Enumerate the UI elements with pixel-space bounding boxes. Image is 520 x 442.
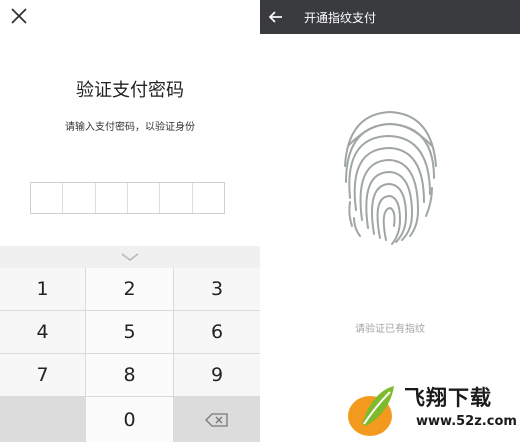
key-6[interactable]: 6 [174,311,260,354]
key-3[interactable]: 3 [174,268,260,311]
key-0[interactable]: 0 [86,397,174,442]
pin-cell [31,183,64,213]
pin-cell [128,183,161,213]
password-screen: 验证支付密码 请输入支付密码，以验证身份 1 2 3 4 5 6 7 8 9 0 [0,0,260,442]
pin-cell [96,183,128,213]
pin-cell [63,183,96,213]
top-bar-title: 开通指纹支付 [304,11,377,25]
key-2[interactable]: 2 [86,268,174,311]
key-4[interactable]: 4 [0,311,86,354]
key-7[interactable]: 7 [0,354,86,397]
arrow-left-icon[interactable] [268,9,284,25]
backspace-icon [205,412,228,427]
chevron-down-icon[interactable] [119,251,141,263]
keypad: 1 2 3 4 5 6 7 8 9 0 [0,268,260,442]
key-8[interactable]: 8 [86,354,174,397]
key-9[interactable]: 9 [174,354,260,397]
logo-icon [348,386,394,436]
pin-cell [193,183,224,213]
delete-key[interactable] [174,397,260,442]
close-icon[interactable] [8,5,30,27]
page-subtitle: 请输入支付密码，以验证身份 [65,122,195,133]
pin-cell [160,183,193,213]
keyboard-top-bar [0,246,260,268]
key-1[interactable]: 1 [0,268,86,311]
numeric-keyboard: 1 2 3 4 5 6 7 8 9 0 [0,246,260,442]
fingerprint-hint: 请验证已有指纹 [355,324,425,335]
watermark-title: 飞翔下载 [404,386,492,410]
key-blank [0,397,86,442]
fingerprint-icon [344,110,437,245]
page-title: 验证支付密码 [76,80,184,101]
watermark-url: www.52z.com [416,414,517,429]
key-5[interactable]: 5 [86,311,174,354]
pin-input[interactable] [30,182,225,214]
fingerprint-screen: 开通指纹支付 请验证已有指纹 [260,0,520,442]
top-bar: 开通指纹支付 [260,0,520,34]
watermark: 飞翔下载 www.52z.com [346,378,520,442]
